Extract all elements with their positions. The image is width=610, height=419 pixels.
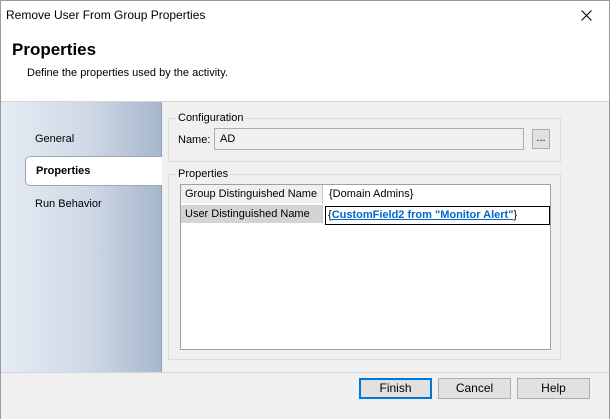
window-title: Remove User From Group Properties	[6, 8, 206, 22]
table-row: User Distinguished Name {CustomField2 fr…	[181, 205, 550, 225]
close-button[interactable]	[563, 1, 609, 30]
finish-button[interactable]: Finish	[359, 378, 432, 399]
sidebar-item-run-behavior[interactable]: Run Behavior	[35, 198, 102, 210]
sidebar-item-general[interactable]: General	[35, 133, 74, 145]
configuration-group-label: Configuration	[176, 112, 246, 124]
property-value[interactable]: {Domain Admins}	[327, 185, 547, 204]
property-name[interactable]: User Distinguished Name	[181, 205, 323, 224]
dialog-footer: Finish Cancel Help	[1, 372, 609, 419]
sidebar-nav: General Properties Run Behavior	[1, 102, 163, 372]
brace-close: }	[513, 209, 518, 221]
page-title: Properties	[12, 40, 97, 59]
property-value-editor[interactable]: {CustomField2 from "Monitor Alert"}	[325, 206, 550, 225]
properties-dialog: Remove User From Group Properties Proper…	[0, 0, 610, 419]
properties-grid: Group Distinguished Name {Domain Admins}…	[180, 184, 551, 350]
table-row: Group Distinguished Name {Domain Admins}	[181, 185, 550, 205]
help-button[interactable]: Help	[517, 378, 590, 399]
property-name[interactable]: Group Distinguished Name	[181, 185, 323, 204]
published-data-link[interactable]: CustomField2 from "Monitor Alert"	[332, 209, 514, 221]
sidebar-item-properties[interactable]: Properties	[25, 156, 163, 186]
browse-button[interactable]: ...	[532, 129, 550, 149]
content-panel: Configuration Name: AD ... Properties Gr…	[162, 102, 609, 372]
title-bar: Remove User From Group Properties	[1, 1, 609, 30]
close-icon	[580, 10, 592, 21]
name-field[interactable]: AD	[214, 128, 524, 150]
cancel-button[interactable]: Cancel	[438, 378, 511, 399]
name-label: Name:	[178, 134, 211, 146]
page-description: Define the properties used by the activi…	[27, 67, 228, 79]
properties-group-label: Properties	[176, 168, 231, 180]
dialog-header: Properties Define the properties used by…	[1, 30, 609, 102]
